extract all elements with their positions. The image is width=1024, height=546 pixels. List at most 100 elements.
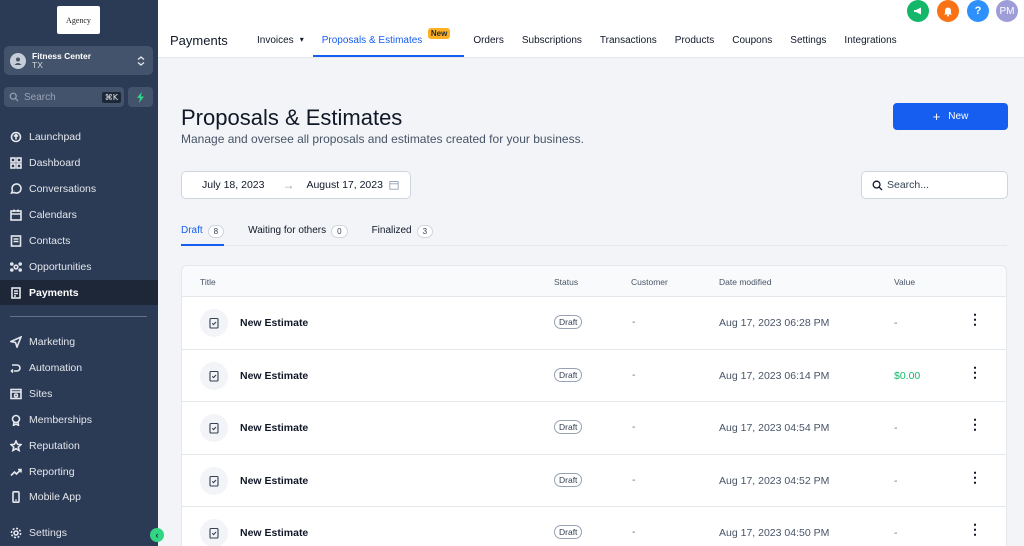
row-title[interactable]: New Estimate — [240, 422, 308, 434]
table-header: Title Status Customer Date modified Valu… — [182, 266, 1006, 297]
sidebar-item-dashboard[interactable]: Dashboard — [0, 150, 158, 175]
sidebar-item-marketing[interactable]: Marketing — [0, 329, 158, 354]
arrow-right-icon: → — [282, 178, 295, 192]
sidebar-item-contacts[interactable]: Contacts — [0, 228, 158, 253]
sidebar-item-label: Conversations — [29, 182, 97, 195]
user-avatar[interactable]: PM — [996, 0, 1018, 22]
quick-actions-button[interactable] — [128, 87, 153, 107]
sidebar-item-calendars[interactable]: Calendars — [0, 202, 158, 227]
row-customer: - — [632, 368, 636, 381]
new-badge: New — [427, 28, 451, 39]
search-shortcut: ⌘K — [101, 91, 121, 103]
row-title[interactable]: New Estimate — [240, 475, 308, 487]
sidebar-divider — [10, 316, 147, 317]
filter-label: Finalized — [371, 225, 412, 236]
tab-products[interactable]: Products — [666, 30, 723, 57]
table-row[interactable]: New Estimate Draft - Aug 17, 2023 04:52 PM -… — [182, 455, 1006, 507]
estimate-icon — [200, 414, 228, 442]
tab-label: Proposals & Estimates — [321, 35, 423, 46]
sidebar-item-label: Calendars — [29, 208, 77, 221]
tab-label: Subscriptions — [521, 35, 582, 46]
row-value: - — [894, 474, 898, 487]
sidebar-search[interactable]: Search ⌘K — [4, 87, 124, 107]
more-vertical-icon[interactable]: ⋮ — [968, 470, 982, 484]
account-switcher[interactable]: Fitness Center TX — [4, 46, 153, 75]
tab-orders[interactable]: Orders — [464, 30, 513, 57]
sidebar-item-label: Mobile App — [29, 490, 81, 503]
sidebar-item-sites[interactable]: Sites — [0, 381, 158, 406]
sidebar-item-reputation[interactable]: Reputation — [0, 433, 158, 458]
phone-icon — [12, 490, 20, 503]
sidebar-item-label: Sites — [29, 387, 53, 400]
main-content: Proposals & Estimates Manage and oversee… — [158, 58, 1024, 546]
table-row[interactable]: New Estimate Draft - Aug 17, 2023 04:54 PM -… — [182, 402, 1006, 455]
table-row[interactable]: New Estimate Draft - Aug 17, 2023 06:14 PM $… — [182, 350, 1006, 402]
filter-tab-waiting[interactable]: Waiting for others 0 — [248, 222, 348, 246]
sidebar-item-launchpad[interactable]: Launchpad — [0, 124, 158, 149]
sidebar-item-payments[interactable]: Payments — [0, 280, 158, 305]
section-title: Payments — [170, 33, 228, 48]
row-value: - — [894, 317, 898, 329]
sidebar-item-opportunities[interactable]: Opportunities — [0, 254, 158, 279]
more-vertical-icon[interactable]: ⋮ — [968, 417, 982, 431]
star-icon — [10, 439, 22, 452]
row-value: - — [894, 422, 898, 434]
tab-invoices[interactable]: Invoices ▾ — [248, 30, 313, 57]
date-range-picker[interactable]: July 18, 2023 → August 17, 2023 — [181, 171, 411, 199]
tab-coupons[interactable]: Coupons — [723, 30, 781, 57]
column-header-date: Date modified — [719, 277, 772, 287]
notifications-button[interactable] — [937, 0, 959, 22]
more-vertical-icon[interactable]: ⋮ — [968, 365, 982, 379]
sidebar-item-settings[interactable]: Settings — [0, 520, 158, 545]
payments-icon — [11, 286, 21, 299]
estimate-icon — [200, 466, 228, 495]
sidebar-item-label: Opportunities — [29, 260, 92, 273]
help-button[interactable]: ? — [967, 0, 989, 22]
agency-logo[interactable]: Agency — [57, 6, 100, 34]
tab-integrations[interactable]: Integrations — [835, 30, 905, 57]
row-value: $0.00 — [894, 369, 921, 382]
tab-subscriptions[interactable]: Subscriptions — [513, 30, 591, 57]
row-title[interactable]: New Estimate — [240, 370, 308, 382]
tab-proposals-estimates[interactable]: Proposals & Estimates New — [312, 28, 465, 57]
sidebar-item-memberships[interactable]: Memberships — [0, 407, 158, 432]
estimate-icon — [200, 519, 228, 546]
tab-label: Products — [674, 35, 715, 46]
tab-settings[interactable]: Settings — [781, 30, 835, 57]
opportunities-icon — [10, 261, 22, 272]
row-customer: - — [632, 421, 636, 433]
search-input[interactable]: Search... — [861, 171, 1008, 199]
location-icon — [10, 52, 26, 69]
column-header-status: Status — [554, 277, 579, 287]
more-vertical-icon[interactable]: ⋮ — [968, 522, 982, 536]
new-estimate-button[interactable]: + New — [893, 103, 1008, 130]
sidebar-item-label: Automation — [29, 361, 83, 374]
filter-tab-draft[interactable]: Draft 8 — [181, 222, 225, 246]
row-title[interactable]: New Estimate — [240, 527, 308, 539]
status-badge: Draft — [554, 315, 583, 329]
row-title[interactable]: New Estimate — [240, 317, 308, 329]
status-filter-tabs: Draft 8 Waiting for others 0 Finalized 3 — [181, 222, 1007, 246]
bell-icon — [944, 7, 952, 17]
sidebar-item-conversations[interactable]: Conversations — [0, 176, 158, 201]
page-title: Proposals & Estimates — [181, 105, 403, 130]
calendar-icon — [389, 181, 399, 190]
filter-tab-finalized[interactable]: Finalized 3 — [371, 222, 434, 246]
sidebar-item-label: Launchpad — [29, 130, 81, 143]
row-date-modified: Aug 17, 2023 06:28 PM — [719, 317, 830, 329]
calendar-icon — [10, 209, 22, 221]
gear-icon — [10, 527, 22, 538]
table-row[interactable]: New Estimate Draft - Aug 17, 2023 06:28 PM -… — [182, 297, 1006, 350]
sidebar-item-mobile-app[interactable]: Mobile App — [0, 484, 158, 509]
table-row[interactable]: New Estimate Draft - Aug 17, 2023 04:50 PM -… — [182, 507, 1006, 546]
announcements-button[interactable] — [907, 0, 929, 22]
sidebar-item-reporting[interactable]: Reporting — [0, 459, 158, 484]
sidebar: Agency Fitness Center TX Search ⌘K Launc… — [0, 0, 158, 546]
sidebar-item-automation[interactable]: Automation — [0, 355, 158, 380]
row-customer: - — [632, 473, 636, 486]
tab-transactions[interactable]: Transactions — [591, 30, 666, 57]
sidebar-item-label: Reporting — [29, 465, 75, 478]
more-vertical-icon[interactable]: ⋮ — [968, 312, 982, 326]
collapse-sidebar-button[interactable]: ‹ — [150, 528, 164, 542]
sidebar-item-label: Dashboard — [29, 156, 81, 169]
